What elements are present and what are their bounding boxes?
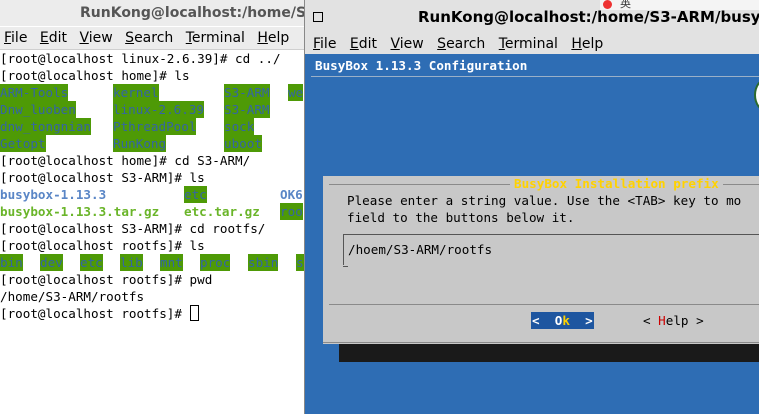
left-menu-terminal[interactable]: Terminal (182, 27, 249, 49)
terminal-line: [root@localhost rootfs]# pwd (0, 272, 213, 287)
header-divider (311, 76, 759, 77)
help-label-hotkey: H (658, 313, 666, 328)
ok-label-post: > (569, 313, 593, 328)
dialog-separator (329, 304, 759, 305)
right-menu-search[interactable]: Search (429, 34, 485, 54)
ls-entry: busybox-1.13.3 (0, 187, 107, 202)
config-header: BusyBox 1.13.3 Configuration (315, 58, 528, 73)
ls-entry: sock (224, 118, 255, 135)
input-border-mark (343, 266, 348, 267)
right-menubar: File Edit View Search Terminal Help (305, 34, 759, 54)
ls-entry: S3-ARM (224, 84, 270, 101)
window-menu-icon[interactable] (313, 12, 323, 22)
ls-s3arm-row: busybox-1.13.3 etc OK6 (0, 186, 304, 203)
help-label-post: elp > (665, 313, 704, 328)
ls-entry: bin (0, 254, 23, 271)
ok-button[interactable]: < Ok > (531, 312, 594, 329)
dialog-instructions-line2: field to the buttons below it. (347, 210, 575, 225)
ls-entry: S3-ARM (224, 101, 270, 118)
menuconfig-screen[interactable]: BusyBox 1.13.3 Configuration BusyBox Ins… (305, 54, 759, 414)
ls-entry: etc.tar.gz (184, 204, 260, 219)
ls-entry: kernel (113, 84, 159, 101)
terminal-line: [root@localhost S3-ARM]# cd rootfs/ (0, 221, 266, 236)
left-menu-view[interactable]: View (75, 27, 116, 49)
ls-entry: we (288, 84, 304, 101)
left-menu-help[interactable]: Help (253, 27, 293, 49)
ls-entry: etc (80, 254, 103, 271)
ls-home-row: Dnw_luoben linux-2.6.39 S3-ARM (0, 101, 304, 118)
prefix-input[interactable]: /hoem/S3-ARM/rootfs (343, 234, 759, 265)
ls-entry: proc (200, 254, 231, 271)
dialog-bottom-border (323, 342, 759, 343)
terminal-line: [root@localhost home]# cd S3-ARM/ (0, 153, 251, 168)
ls-entry: etc (184, 186, 207, 203)
left-menu-file[interactable]: File (0, 27, 31, 49)
ls-rootfs-row: bin dev etc lib mnt proc sbin s (0, 254, 304, 271)
terminal-line: [root@localhost S3-ARM]# ls (0, 170, 205, 185)
ls-entry: sbin (248, 254, 279, 271)
terminal-line: [root@localhost linux-2.6.39]# cd ../ (0, 51, 281, 66)
ls-entry: ARM-Tools (0, 84, 69, 101)
right-menu-file[interactable]: File (305, 34, 336, 54)
dialog-title: BusyBox Installation prefix (510, 176, 723, 192)
terminal-cursor (189, 305, 199, 321)
tray-app-icon[interactable] (603, 0, 612, 9)
ls-entry: lib (120, 254, 143, 271)
ls-entry: busybox-1.13.3.tar.gz (0, 204, 160, 219)
left-menubar: File Edit View Search Terminal Help (0, 27, 304, 50)
left-terminal-output[interactable]: [root@localhost linux-2.6.39]# cd ../ [r… (0, 50, 304, 414)
left-terminal-window[interactable]: RunKong@localhost:/home/S3-ARM File Edit… (0, 0, 304, 414)
ls-entry: Getopt (0, 135, 46, 152)
dialog-instructions-line1: Please enter a string value. Use the <TA… (347, 193, 742, 208)
right-menu-view[interactable]: View (382, 34, 423, 54)
ls-home-row: ARM-Tools kernel S3-ARM we (0, 84, 304, 101)
ls-entry: OK6 (280, 187, 303, 202)
help-button[interactable]: < Help > (643, 312, 704, 329)
terminal-line: [root@localhost rootfs]# ls (0, 238, 205, 253)
terminal-prompt: [root@localhost rootfs]# (0, 306, 190, 321)
left-window-title: RunKong@localhost:/home/S3-ARM (80, 5, 304, 21)
ls-entry: dev (40, 254, 63, 271)
terminal-line: /home/S3-ARM/rootfs (0, 289, 145, 304)
left-window-titlebar[interactable]: RunKong@localhost:/home/S3-ARM (0, 0, 304, 26)
installation-prefix-dialog: BusyBox Installation prefix Please enter… (323, 176, 759, 344)
left-menu-edit[interactable]: Edit (36, 27, 71, 49)
ls-entry: linux-2.6.39 (113, 101, 204, 118)
ls-entry: s (296, 254, 304, 271)
ls-entry: dnw_tongnian (0, 118, 91, 135)
ls-s3arm-row: busybox-1.13.3.tar.gz etc.tar.gz roo (0, 203, 304, 220)
right-menu-edit[interactable]: Edit (342, 34, 377, 54)
ls-home-row: Getopt RunKong uboot (0, 135, 304, 152)
ls-entry: roo (280, 203, 303, 220)
ls-entry: Dnw_luoben (0, 101, 76, 118)
help-label-pre: < (643, 313, 659, 328)
left-menu-search[interactable]: Search (121, 27, 177, 49)
ok-label-pre: < O (532, 313, 563, 328)
ok-label-hotkey: k (562, 313, 570, 328)
terminal-prompt-line[interactable]: [root@localhost rootfs]# (0, 305, 304, 322)
terminal-line: [root@localhost home]# ls (0, 68, 190, 83)
right-menu-help[interactable]: Help (563, 34, 603, 54)
right-menu-terminal[interactable]: Terminal (491, 34, 558, 54)
prefix-input-value: /hoem/S3-ARM/rootfs (348, 242, 493, 257)
ime-indicator[interactable]: 英 (620, 0, 631, 11)
right-terminal-window[interactable]: RunKong@localhost:/home/S3-ARM/busybox-1… (304, 0, 759, 414)
ls-entry: PthreadPool (113, 118, 197, 135)
dialog-shadow (339, 344, 759, 362)
ls-entry: mnt (160, 254, 183, 271)
ls-home-row: dnw_tongnian PthreadPool sock (0, 118, 304, 135)
ls-entry: uboot (224, 135, 262, 152)
ls-entry: RunKong (113, 135, 167, 152)
